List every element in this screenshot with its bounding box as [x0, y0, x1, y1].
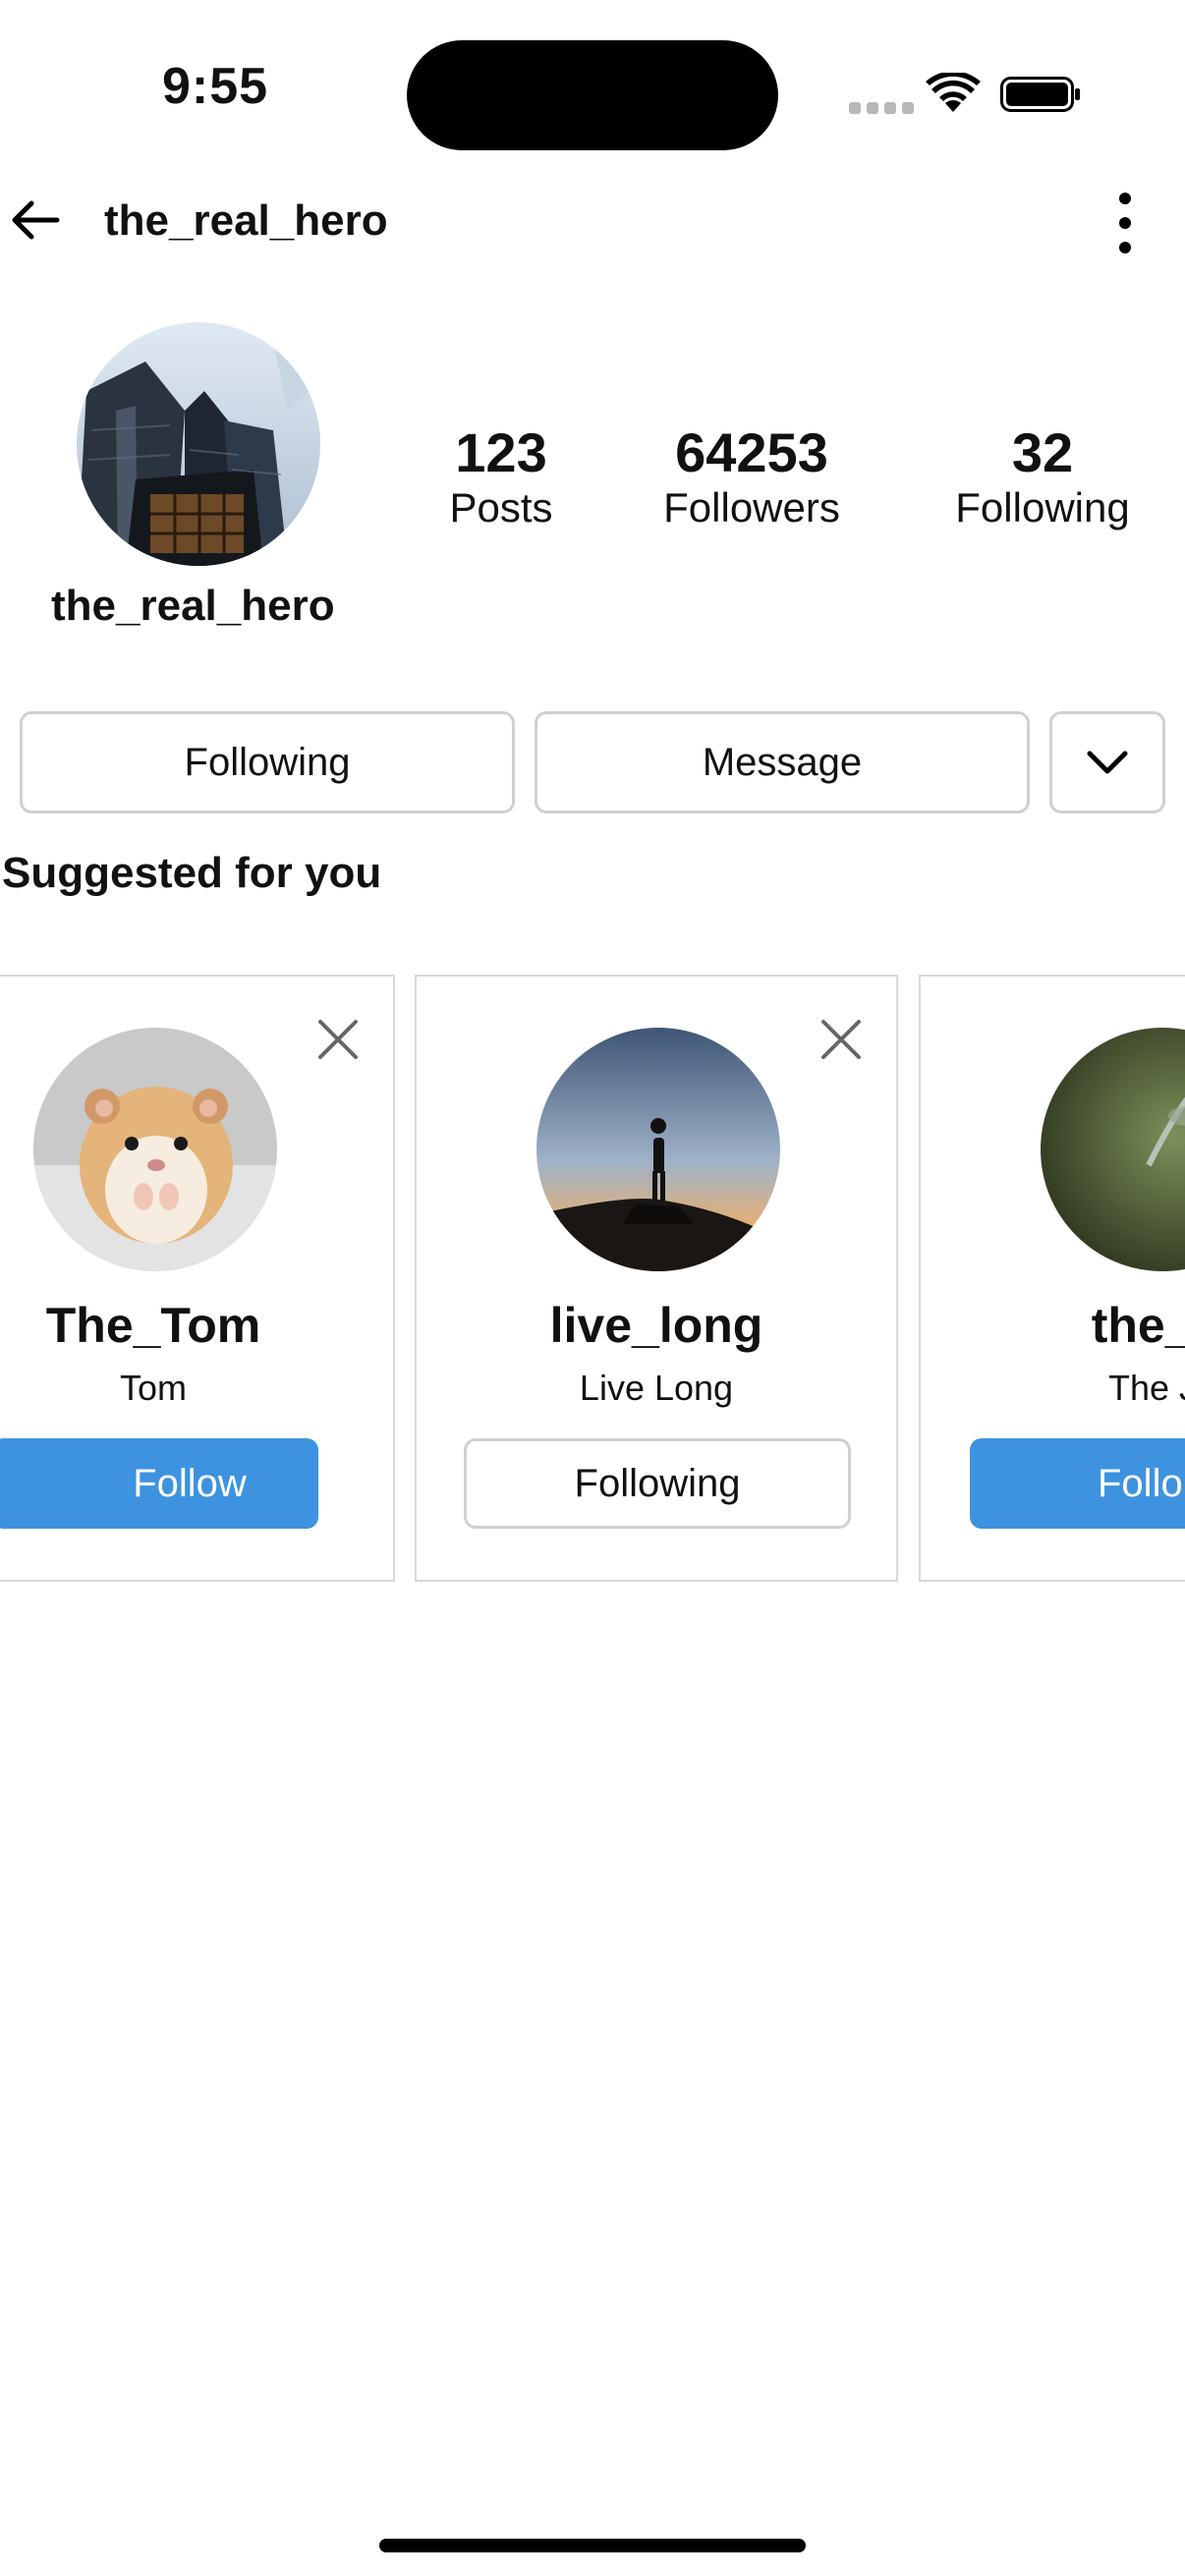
followers-label: Followers: [663, 483, 840, 531]
suggestion-username: the_je: [1091, 1298, 1185, 1353]
followers-count: 64253: [675, 421, 828, 483]
suggestion-fullname: The Je: [1107, 1368, 1185, 1408]
message-button[interactable]: Message: [535, 711, 1030, 813]
following-button[interactable]: Following: [464, 1438, 851, 1529]
more-vertical-icon[interactable]: [1110, 189, 1140, 257]
suggestion-avatar[interactable]: [1041, 1028, 1185, 1271]
suggestion-avatar[interactable]: [536, 1028, 780, 1271]
suggested-title: Suggested for you: [2, 849, 382, 897]
suggestion-card: The_Tom Tom Follow: [0, 975, 395, 1582]
followers-stat[interactable]: 64253 Followers: [639, 421, 865, 533]
suggestion-fullname: Tom: [119, 1368, 187, 1408]
home-indicator[interactable]: [379, 2539, 806, 2552]
header-username: the_real_hero: [104, 196, 388, 245]
profile-name: the_real_hero: [51, 582, 335, 630]
posts-count: 123: [455, 421, 547, 483]
following-count: 32: [1011, 421, 1074, 483]
close-icon[interactable]: [818, 1016, 865, 1063]
dynamic-island: [407, 40, 778, 150]
follow-button-label: Follo: [1098, 1461, 1183, 1505]
follow-button[interactable]: Follo: [970, 1438, 1185, 1529]
following-button[interactable]: Following: [20, 711, 515, 813]
follow-button-label: Follow: [133, 1461, 247, 1505]
chevron-down-icon: [1087, 751, 1128, 774]
following-label: Following: [955, 483, 1130, 531]
close-icon[interactable]: [314, 1016, 362, 1063]
suggestion-card: live_long Live Long Following: [415, 975, 898, 1582]
suggestion-fullname: Live Long: [579, 1368, 734, 1408]
suggested-toggle-button[interactable]: [1049, 711, 1165, 813]
suggestion-username: live_long: [549, 1298, 763, 1353]
posts-label: Posts: [449, 483, 553, 531]
suggestion-username: The_Tom: [45, 1298, 261, 1353]
profile-screen: 9:55 the_real_hero the_real_hero 123 Pos…: [0, 0, 1185, 2576]
arrow-left-icon[interactable]: [8, 193, 63, 248]
following-button-label: Following: [574, 1461, 741, 1505]
profile-avatar[interactable]: [77, 322, 320, 566]
status-time: 9:55: [162, 58, 269, 115]
wifi-icon: [926, 73, 981, 112]
follow-button[interactable]: Follow: [0, 1438, 318, 1529]
suggestion-avatar[interactable]: [33, 1028, 277, 1271]
following-stat[interactable]: 32 Following: [930, 421, 1156, 533]
suggestion-card: the_je The Je Follo: [919, 975, 1185, 1582]
cellular-signal-icon: [849, 102, 914, 114]
battery-icon: [1000, 77, 1080, 112]
posts-stat[interactable]: 123 Posts: [423, 421, 580, 533]
